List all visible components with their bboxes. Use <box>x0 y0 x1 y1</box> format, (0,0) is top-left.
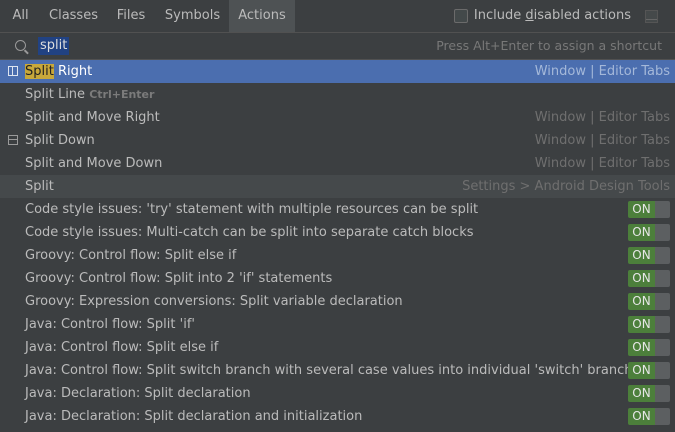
on-toggle[interactable]: ON <box>628 224 670 241</box>
result-label: Groovy: Control flow: Split into 2 'if' … <box>25 271 333 286</box>
result-split-down[interactable]: Split Down Window | Editor Tabs <box>0 129 675 152</box>
result-inspection[interactable]: Groovy: Control flow: Split else if ON <box>0 244 675 267</box>
result-inspection[interactable]: Code style issues: Multi-catch can be sp… <box>0 221 675 244</box>
match-highlight: Split <box>25 64 54 79</box>
result-location: Window | Editor Tabs <box>534 64 670 79</box>
result-label: Java: Control flow: Split else if <box>25 340 219 355</box>
split-down-icon <box>8 135 18 145</box>
result-location: Window | Editor Tabs <box>534 110 670 125</box>
search-input[interactable]: split <box>38 37 70 55</box>
tab-classes[interactable]: Classes <box>41 0 106 32</box>
result-label: Split and Move Right <box>25 110 160 125</box>
toggle-on-label: ON <box>628 362 655 379</box>
result-split-and-move-down[interactable]: Split and Move Down Window | Editor Tabs <box>0 152 675 175</box>
toggle-knob <box>655 362 670 379</box>
result-inspection[interactable]: Java: Control flow: Split 'if' ON <box>0 313 675 336</box>
result-split-line[interactable]: Split Line Ctrl+Enter <box>0 83 675 106</box>
toggle-on-label: ON <box>628 385 655 402</box>
toggle-on-label: ON <box>628 201 655 218</box>
result-label: Split Right <box>25 60 92 83</box>
on-toggle[interactable]: ON <box>628 385 670 402</box>
toggle-knob <box>655 316 670 333</box>
on-toggle[interactable]: ON <box>628 270 670 287</box>
result-label: Java: Control flow: Split switch branch … <box>25 363 648 378</box>
result-inspection[interactable]: Groovy: Expression conversions: Split va… <box>0 290 675 313</box>
include-disabled-label-mnemonic: d <box>525 8 534 23</box>
result-inspection[interactable]: Groovy: Control flow: Split into 2 'if' … <box>0 267 675 290</box>
on-toggle[interactable]: ON <box>628 316 670 333</box>
toggle-knob <box>655 270 670 287</box>
result-location: Window | Editor Tabs <box>534 156 670 171</box>
result-inspection[interactable]: Java: Declaration: Split declaration ON <box>0 382 675 405</box>
on-toggle[interactable]: ON <box>628 247 670 264</box>
tab-symbols[interactable]: Symbols <box>156 0 229 32</box>
result-split-setting[interactable]: Split Settings > Android Design Tools <box>0 175 675 198</box>
result-label: Groovy: Expression conversions: Split va… <box>25 294 403 309</box>
on-toggle[interactable]: ON <box>628 408 670 425</box>
toggle-on-label: ON <box>628 408 655 425</box>
result-label: Split Line Ctrl+Enter <box>25 83 154 106</box>
toggle-on-label: ON <box>628 293 655 310</box>
result-label: Split Down <box>25 133 95 148</box>
result-label-rest: Right <box>53 64 93 79</box>
tab-files[interactable]: Files <box>106 0 156 32</box>
on-toggle[interactable]: ON <box>628 293 670 310</box>
result-location: Window | Editor Tabs <box>534 133 670 148</box>
toggle-knob <box>655 293 670 310</box>
search-row: split Press Alt+Enter to assign a shortc… <box>0 33 675 60</box>
tab-all[interactable]: All <box>0 0 41 32</box>
result-label: Split and Move Down <box>25 156 163 171</box>
toggle-on-label: ON <box>628 247 655 264</box>
toggle-knob <box>655 247 670 264</box>
toggle-on-label: ON <box>628 316 655 333</box>
search-icon <box>15 40 26 51</box>
result-location: Settings > Android Design Tools <box>462 179 670 194</box>
on-toggle[interactable]: ON <box>628 339 670 356</box>
toggle-knob <box>655 408 670 425</box>
result-shortcut: Ctrl+Enter <box>89 88 155 101</box>
result-inspection[interactable]: Code style issues: 'try' statement with … <box>0 198 675 221</box>
toggle-knob <box>655 339 670 356</box>
tabs-bar: All Classes Files Symbols Actions Includ… <box>0 0 675 33</box>
result-label: Java: Declaration: Split declaration and… <box>25 409 363 424</box>
tab-actions[interactable]: Actions <box>229 0 295 32</box>
toggle-knob <box>655 224 670 241</box>
result-inspection[interactable]: Java: Declaration: Split declaration and… <box>0 405 675 428</box>
toggle-on-label: ON <box>628 339 655 356</box>
result-label: Code style issues: Multi-catch can be sp… <box>25 225 474 240</box>
include-disabled-label-prefix: Include <box>473 8 526 23</box>
toggle-on-label: ON <box>628 270 655 287</box>
result-label-text: Split Line <box>25 87 86 102</box>
checkbox-box[interactable] <box>453 9 468 23</box>
result-label: Code style issues: 'try' statement with … <box>25 202 479 217</box>
on-toggle[interactable]: ON <box>628 362 670 379</box>
toggle-on-label: ON <box>628 224 655 241</box>
result-inspection[interactable]: Java: Control flow: Split else if ON <box>0 336 675 359</box>
result-label: Java: Control flow: Split 'if' <box>25 317 195 332</box>
search-everywhere-popup: All Classes Files Symbols Actions Includ… <box>0 0 675 432</box>
shortcut-hint: Press Alt+Enter to assign a shortcut <box>436 38 662 53</box>
toggle-knob <box>655 201 670 218</box>
pin-window-icon[interactable] <box>645 10 658 23</box>
result-inspection[interactable]: Java: Control flow: Split switch branch … <box>0 359 675 382</box>
include-disabled-label-suffix: isabled actions <box>533 8 631 23</box>
include-disabled-checkbox[interactable]: Include disabled actions <box>453 8 631 24</box>
result-label: Split <box>25 179 54 194</box>
on-toggle[interactable]: ON <box>628 201 670 218</box>
result-label: Java: Declaration: Split declaration <box>25 386 251 401</box>
split-right-icon <box>8 66 18 76</box>
result-split-and-move-right[interactable]: Split and Move Right Window | Editor Tab… <box>0 106 675 129</box>
result-label: Groovy: Control flow: Split else if <box>25 248 237 263</box>
result-split-right[interactable]: Split Right Window | Editor Tabs <box>0 60 675 83</box>
toggle-knob <box>655 385 670 402</box>
results-list: Split Right Window | Editor Tabs Split L… <box>0 60 675 432</box>
